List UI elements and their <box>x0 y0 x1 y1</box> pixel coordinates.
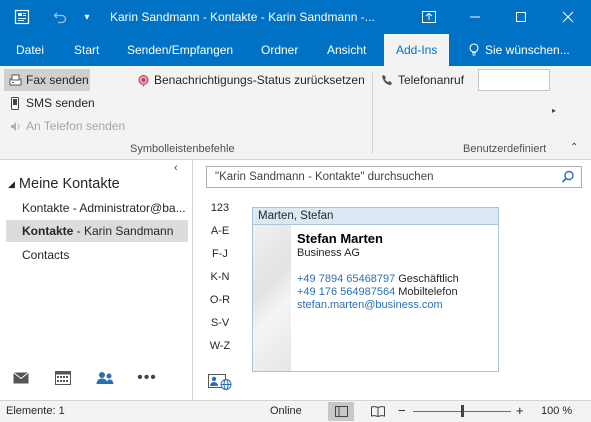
ribbon-group-separator <box>372 72 373 154</box>
collapse-folder-pane-icon[interactable]: ‹ <box>174 162 178 174</box>
tab-senden-empfangen[interactable]: Senden/Empfangen <box>127 34 233 66</box>
mobile-phone-label: Mobiltelefon <box>398 286 458 298</box>
my-contacts-heading[interactable]: ◢ Meine Kontakte <box>8 176 120 192</box>
tab-ansicht[interactable]: Ansicht <box>327 34 366 66</box>
telefonanruf-label: Telefonanruf <box>398 73 465 87</box>
zoom-level[interactable]: 100 % <box>541 405 572 417</box>
zoom-slider-thumb[interactable] <box>460 405 464 417</box>
more-icon[interactable]: ••• <box>136 368 158 388</box>
speaker-icon <box>8 119 22 133</box>
telefonanruf-input[interactable] <box>478 69 550 91</box>
normal-view-icon[interactable] <box>328 402 354 421</box>
my-contacts-label: Meine Kontakte <box>18 176 120 192</box>
folder-item-rest-label: - Karin Sandmann <box>73 224 174 238</box>
fax-senden-label: Fax senden <box>26 73 89 87</box>
zoom-in-button[interactable]: + <box>516 403 524 418</box>
an-telefon-senden-button[interactable]: An Telefon senden <box>4 115 125 137</box>
contact-business-card[interactable]: Marten, Stefan Stefan Marten Business AG… <box>252 207 499 372</box>
zoom-out-button[interactable]: − <box>398 403 406 418</box>
ribbon-scroll-right-icon[interactable]: ▸ <box>552 106 556 115</box>
sms-senden-label: SMS senden <box>26 96 95 110</box>
minimize-icon[interactable] <box>452 0 498 34</box>
contact-card-globe-icon[interactable] <box>208 374 232 390</box>
an-telefon-senden-label: An Telefon senden <box>26 119 126 133</box>
business-phone-label: Geschäftlich <box>398 273 459 285</box>
phone-icon <box>380 73 394 87</box>
index-f-j[interactable]: F-J <box>206 248 234 260</box>
contact-email[interactable]: stefan.marten@business.com <box>297 299 443 311</box>
ribbon-panel: Fax senden SMS senden An Telefon senden … <box>0 66 591 160</box>
mobile-phone-number[interactable]: +49 176 564987564 <box>297 286 395 298</box>
card-header: Marten, Stefan <box>253 208 498 225</box>
business-phone-number[interactable]: +49 7894 65468797 <box>297 273 395 285</box>
group-label-symbolleistenbefehle: Symbolleistenbefehle <box>130 143 235 155</box>
folder-item-contacts[interactable]: Contacts <box>6 244 188 266</box>
title-bar: ▾ Karin Sandmann - Kontakte - Karin Sand… <box>0 0 591 34</box>
item-count: Elemente: 1 <box>6 405 65 417</box>
business-phone-line: +49 7894 65468797 Geschäftlich <box>297 273 459 285</box>
people-icon[interactable] <box>94 368 116 388</box>
outlook-app-icon[interactable] <box>12 0 32 34</box>
card-decorative-panel <box>253 225 291 371</box>
tab-start[interactable]: Start <box>74 34 99 66</box>
search-icon[interactable] <box>561 170 575 187</box>
telefonanruf-button[interactable]: Telefonanruf <box>380 69 464 91</box>
group-label-benutzerdefiniert: Benutzerdefiniert <box>463 143 547 155</box>
index-s-v[interactable]: S-V <box>206 317 234 329</box>
index-123[interactable]: 123 <box>206 202 234 214</box>
folder-item-bold-label: Kontakte <box>22 224 74 238</box>
mail-icon[interactable] <box>10 368 32 388</box>
benachrichtigungs-status-button[interactable]: Benachrichtigungs-Status zurücksetzen <box>136 69 365 91</box>
maximize-icon[interactable] <box>498 0 544 34</box>
lightbulb-icon <box>469 43 479 56</box>
ribbon-display-options-icon[interactable] <box>406 0 452 34</box>
contact-name: Stefan Marten <box>297 231 383 246</box>
index-a-e[interactable]: A-E <box>206 225 234 237</box>
close-icon[interactable] <box>545 0 591 34</box>
folder-item-kontakte-administrator[interactable]: Kontakte - Administrator@ba... <box>6 197 188 219</box>
fax-icon <box>8 73 22 87</box>
tab-ordner[interactable]: Ordner <box>261 34 298 66</box>
index-o-r[interactable]: O-R <box>206 294 234 306</box>
contact-company: Business AG <box>297 247 360 259</box>
collapse-ribbon-icon[interactable]: ⌃ <box>570 142 578 153</box>
search-placeholder: "Karin Sandmann - Kontakte" durchsuchen <box>215 171 434 183</box>
search-contacts-input[interactable]: "Karin Sandmann - Kontakte" durchsuchen <box>206 166 582 188</box>
sms-senden-button[interactable]: SMS senden <box>4 92 95 114</box>
connection-status: Online <box>270 405 302 417</box>
reading-view-icon[interactable] <box>365 402 391 421</box>
tell-me-box[interactable]: Sie wünschen... <box>468 34 570 66</box>
tab-datei[interactable]: Datei <box>16 34 44 66</box>
index-w-z[interactable]: W-Z <box>206 340 234 352</box>
customize-quick-access-icon[interactable]: ▾ <box>80 0 94 34</box>
ribbon-tab-bar: Datei Start Senden/Empfangen Ordner Ansi… <box>0 34 591 66</box>
calendar-icon[interactable] <box>52 368 74 388</box>
status-bar: Elemente: 1 Online − + 100 % <box>0 400 591 422</box>
tell-me-label: Sie wünschen... <box>485 43 570 57</box>
folder-item-kontakte-karin-sandmann[interactable]: Kontakte - Karin Sandmann <box>6 220 188 242</box>
mobile-phone-line: +49 176 564987564 Mobiltelefon <box>297 286 458 298</box>
expand-triangle-icon: ◢ <box>8 179 15 189</box>
window-title: Karin Sandmann - Kontakte - Karin Sandma… <box>110 10 375 24</box>
navigation-bar: ••• <box>0 356 193 400</box>
fax-senden-button[interactable]: Fax senden <box>4 69 90 91</box>
tab-add-ins[interactable]: Add-Ins <box>384 34 450 66</box>
mobile-phone-icon <box>8 96 22 110</box>
undo-icon[interactable] <box>50 0 70 34</box>
index-k-n[interactable]: K-N <box>206 271 234 283</box>
benachrichtigungs-status-label: Benachrichtigungs-Status zurücksetzen <box>154 73 365 87</box>
notification-bell-icon <box>136 73 150 87</box>
